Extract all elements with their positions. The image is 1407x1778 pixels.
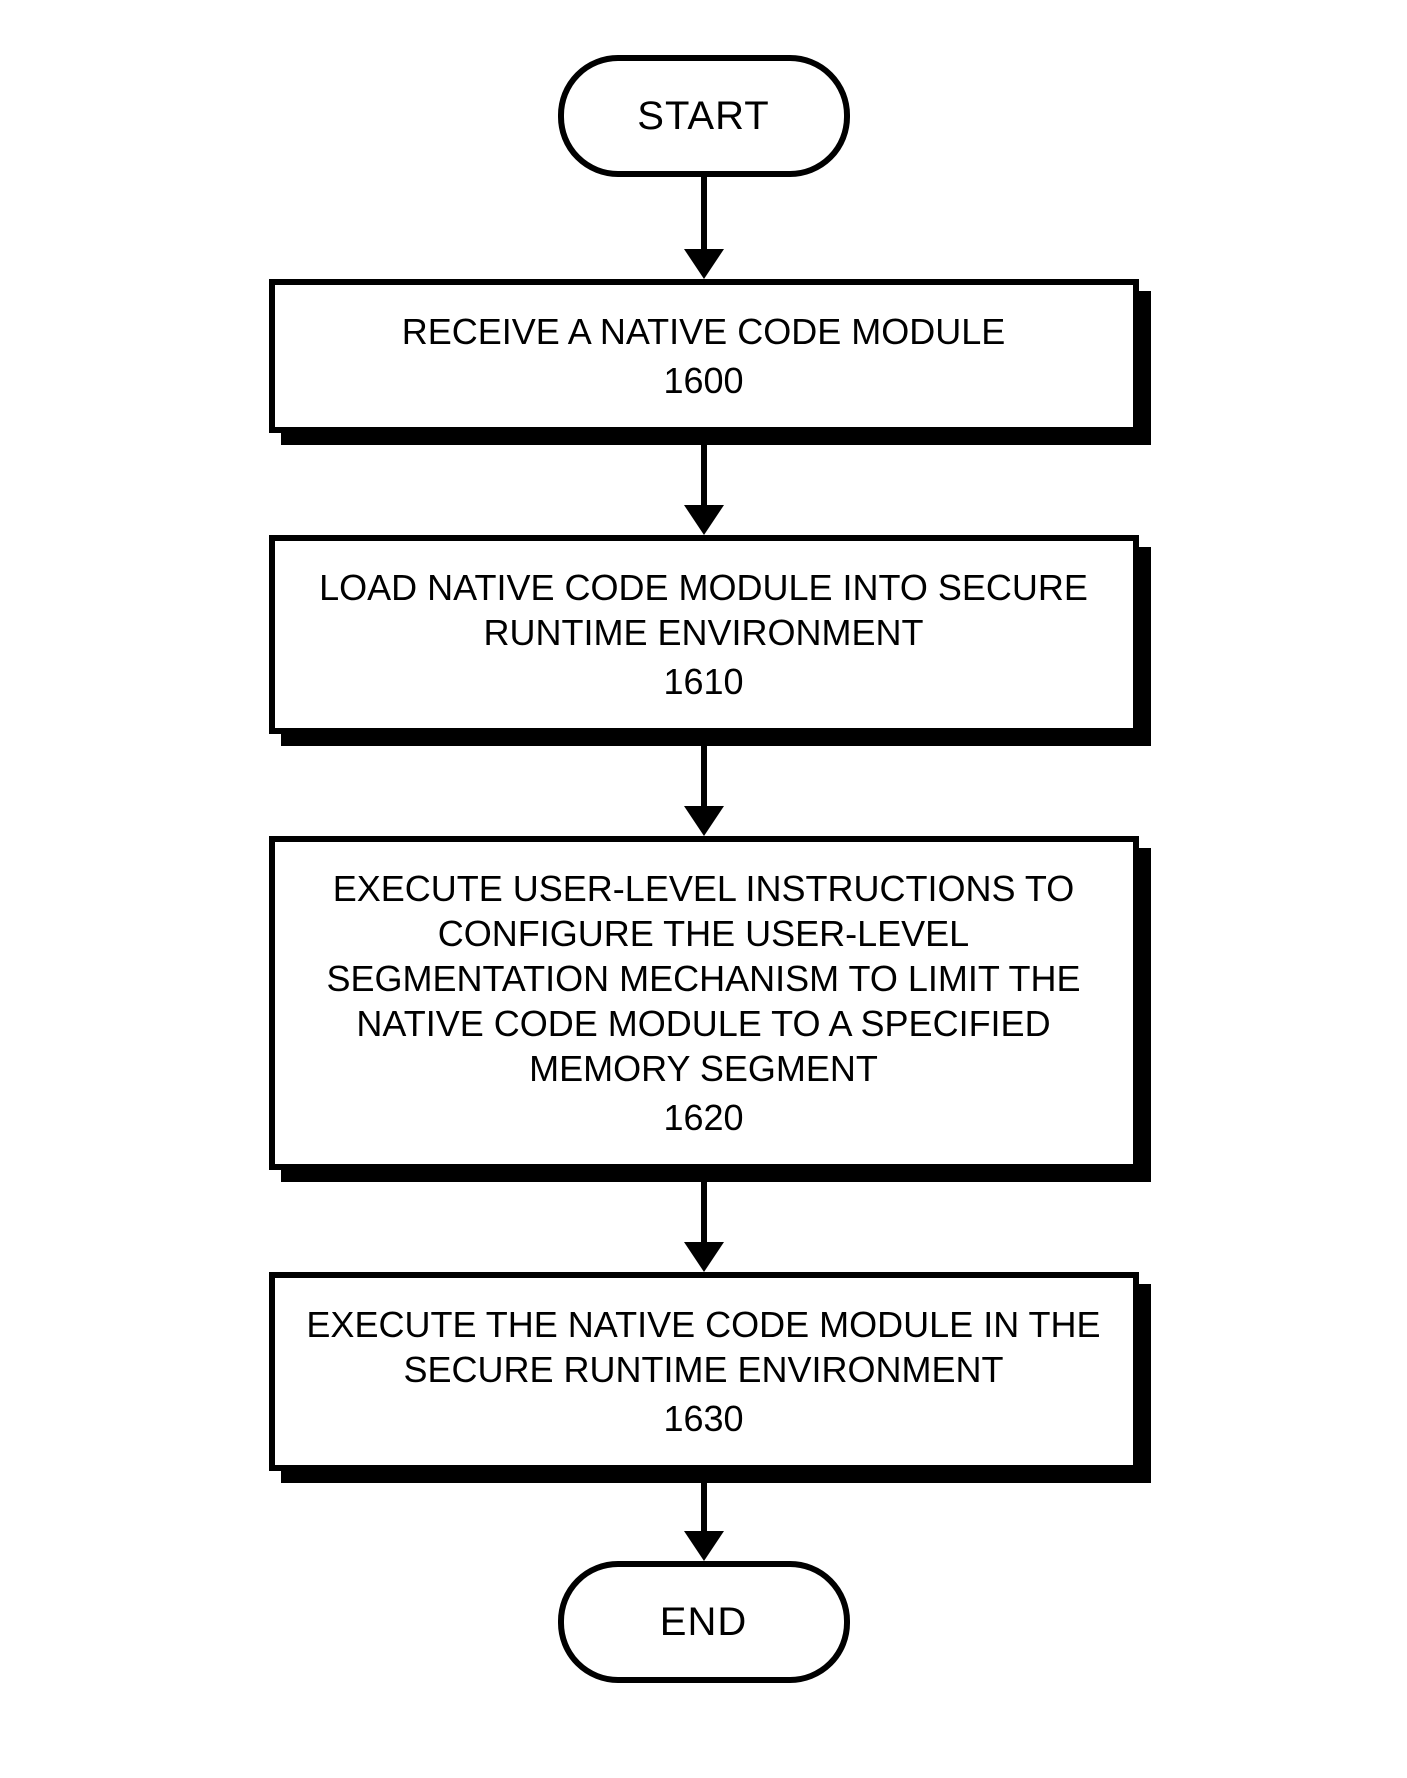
arrow-icon bbox=[684, 177, 724, 279]
step-1600: RECEIVE A NATIVE CODE MODULE 1600 bbox=[269, 279, 1139, 433]
step-ref: 1600 bbox=[663, 358, 743, 403]
step-text: LOAD NATIVE CODE MODULE INTO SECURE RUNT… bbox=[293, 565, 1115, 655]
arrow-icon bbox=[684, 433, 724, 535]
step-ref: 1630 bbox=[663, 1396, 743, 1441]
end-terminator: END bbox=[558, 1561, 850, 1683]
step-1620: EXECUTE USER-LEVEL INSTRUCTIONS TO CONFI… bbox=[269, 836, 1139, 1170]
flowchart-canvas: START RECEIVE A NATIVE CODE MODULE 1600 … bbox=[0, 0, 1407, 1778]
step-text: EXECUTE USER-LEVEL INSTRUCTIONS TO CONFI… bbox=[293, 866, 1115, 1091]
step-ref: 1620 bbox=[663, 1095, 743, 1140]
start-shape: START bbox=[558, 55, 850, 177]
step-text: EXECUTE THE NATIVE CODE MODULE IN THE SE… bbox=[293, 1302, 1115, 1392]
step-box: EXECUTE THE NATIVE CODE MODULE IN THE SE… bbox=[269, 1272, 1139, 1471]
arrow-icon bbox=[684, 1471, 724, 1561]
flowchart: START RECEIVE A NATIVE CODE MODULE 1600 … bbox=[269, 55, 1139, 1683]
step-box: RECEIVE A NATIVE CODE MODULE 1600 bbox=[269, 279, 1139, 433]
step-1630: EXECUTE THE NATIVE CODE MODULE IN THE SE… bbox=[269, 1272, 1139, 1471]
step-box: EXECUTE USER-LEVEL INSTRUCTIONS TO CONFI… bbox=[269, 836, 1139, 1170]
arrow-icon bbox=[684, 734, 724, 836]
end-label: END bbox=[660, 1600, 747, 1645]
end-shape: END bbox=[558, 1561, 850, 1683]
start-label: START bbox=[637, 94, 769, 139]
step-box: LOAD NATIVE CODE MODULE INTO SECURE RUNT… bbox=[269, 535, 1139, 734]
arrow-icon bbox=[684, 1170, 724, 1272]
step-1610: LOAD NATIVE CODE MODULE INTO SECURE RUNT… bbox=[269, 535, 1139, 734]
start-terminator: START bbox=[558, 55, 850, 177]
step-ref: 1610 bbox=[663, 659, 743, 704]
step-text: RECEIVE A NATIVE CODE MODULE bbox=[402, 309, 1005, 354]
